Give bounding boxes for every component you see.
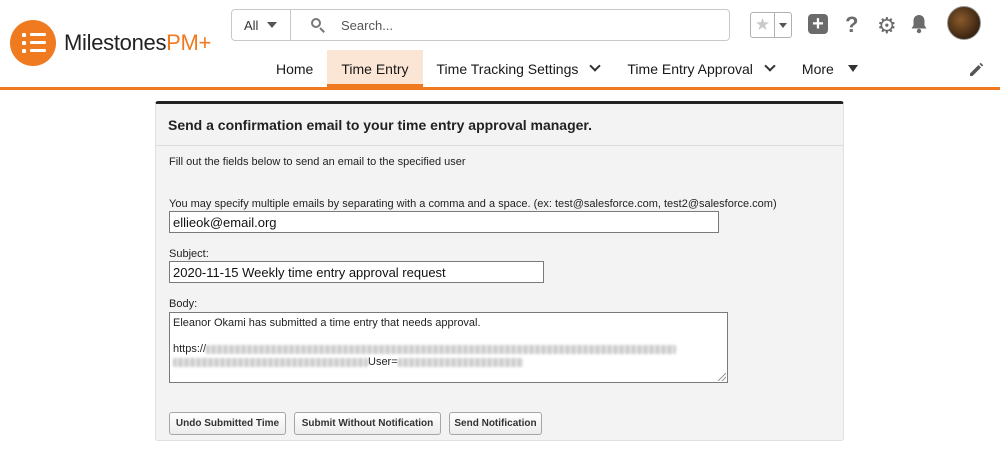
undo-submitted-time-button[interactable]: Undo Submitted Time xyxy=(169,412,286,435)
checklist-logo-icon xyxy=(10,20,56,66)
body-text-line: Eleanor Okami has submitted a time entry… xyxy=(173,317,481,329)
app-name: MilestonesPM+ xyxy=(64,30,212,55)
tab-time-entry-approval[interactable]: Time Entry Approval xyxy=(613,50,788,87)
caret-down-icon xyxy=(267,22,278,28)
nav-bar: Home Time Entry Time Tracking Settings T… xyxy=(262,50,872,87)
favorites-button[interactable]: ★ xyxy=(750,12,792,38)
resize-handle-icon[interactable] xyxy=(718,373,726,381)
search-input[interactable] xyxy=(341,17,721,33)
global-header: MilestonesPM+ All ★ + ? ⚙ Home Time Entr… xyxy=(0,0,1000,88)
search-icon xyxy=(311,18,325,33)
tab-time-entry[interactable]: Time Entry xyxy=(327,50,423,87)
redacted-user-id xyxy=(397,357,523,367)
global-actions-plus-icon[interactable]: + xyxy=(808,14,828,34)
body-link-prefix: https:// xyxy=(173,343,207,355)
send-notification-button[interactable]: Send Notification xyxy=(449,412,542,435)
search-scope-dropdown[interactable]: All xyxy=(232,10,291,40)
body-label: Body: xyxy=(169,298,198,310)
confirmation-email-panel: Send a confirmation email to your time e… xyxy=(155,101,844,441)
to-field-label: You may specify multiple emails by separ… xyxy=(169,198,777,210)
help-icon[interactable]: ? xyxy=(845,12,858,38)
global-search: All xyxy=(231,9,730,41)
submit-without-notification-button[interactable]: Submit Without Notification xyxy=(294,412,441,435)
header-accent-bar xyxy=(0,87,1000,90)
redacted-link-text xyxy=(173,357,368,367)
body-user-param: User= xyxy=(368,356,398,368)
tab-home[interactable]: Home xyxy=(262,50,327,87)
panel-title: Send a confirmation email to your time e… xyxy=(156,104,843,146)
search-scope-label: All xyxy=(244,17,259,33)
tab-more[interactable]: More xyxy=(788,50,872,87)
favorites-dropdown-icon[interactable] xyxy=(775,22,791,28)
tab-time-tracking-settings[interactable]: Time Tracking Settings xyxy=(423,50,614,87)
pencil-edit-icon[interactable] xyxy=(968,62,984,78)
to-email-input[interactable] xyxy=(169,211,719,233)
redacted-link-text xyxy=(206,344,677,354)
star-icon: ★ xyxy=(751,13,775,37)
subject-label: Subject: xyxy=(169,248,209,260)
app-logo[interactable]: MilestonesPM+ xyxy=(10,20,211,66)
subject-input[interactable] xyxy=(169,261,544,283)
body-textarea[interactable]: Eleanor Okami has submitted a time entry… xyxy=(169,312,728,383)
chevron-down-icon[interactable] xyxy=(589,60,602,72)
gear-icon[interactable]: ⚙ xyxy=(877,13,897,39)
caret-down-icon xyxy=(847,65,858,72)
user-avatar[interactable] xyxy=(947,6,981,40)
bell-icon[interactable] xyxy=(908,13,930,35)
chevron-down-icon[interactable] xyxy=(764,60,776,72)
form-instructions: Fill out the fields below to send an ema… xyxy=(169,156,466,168)
